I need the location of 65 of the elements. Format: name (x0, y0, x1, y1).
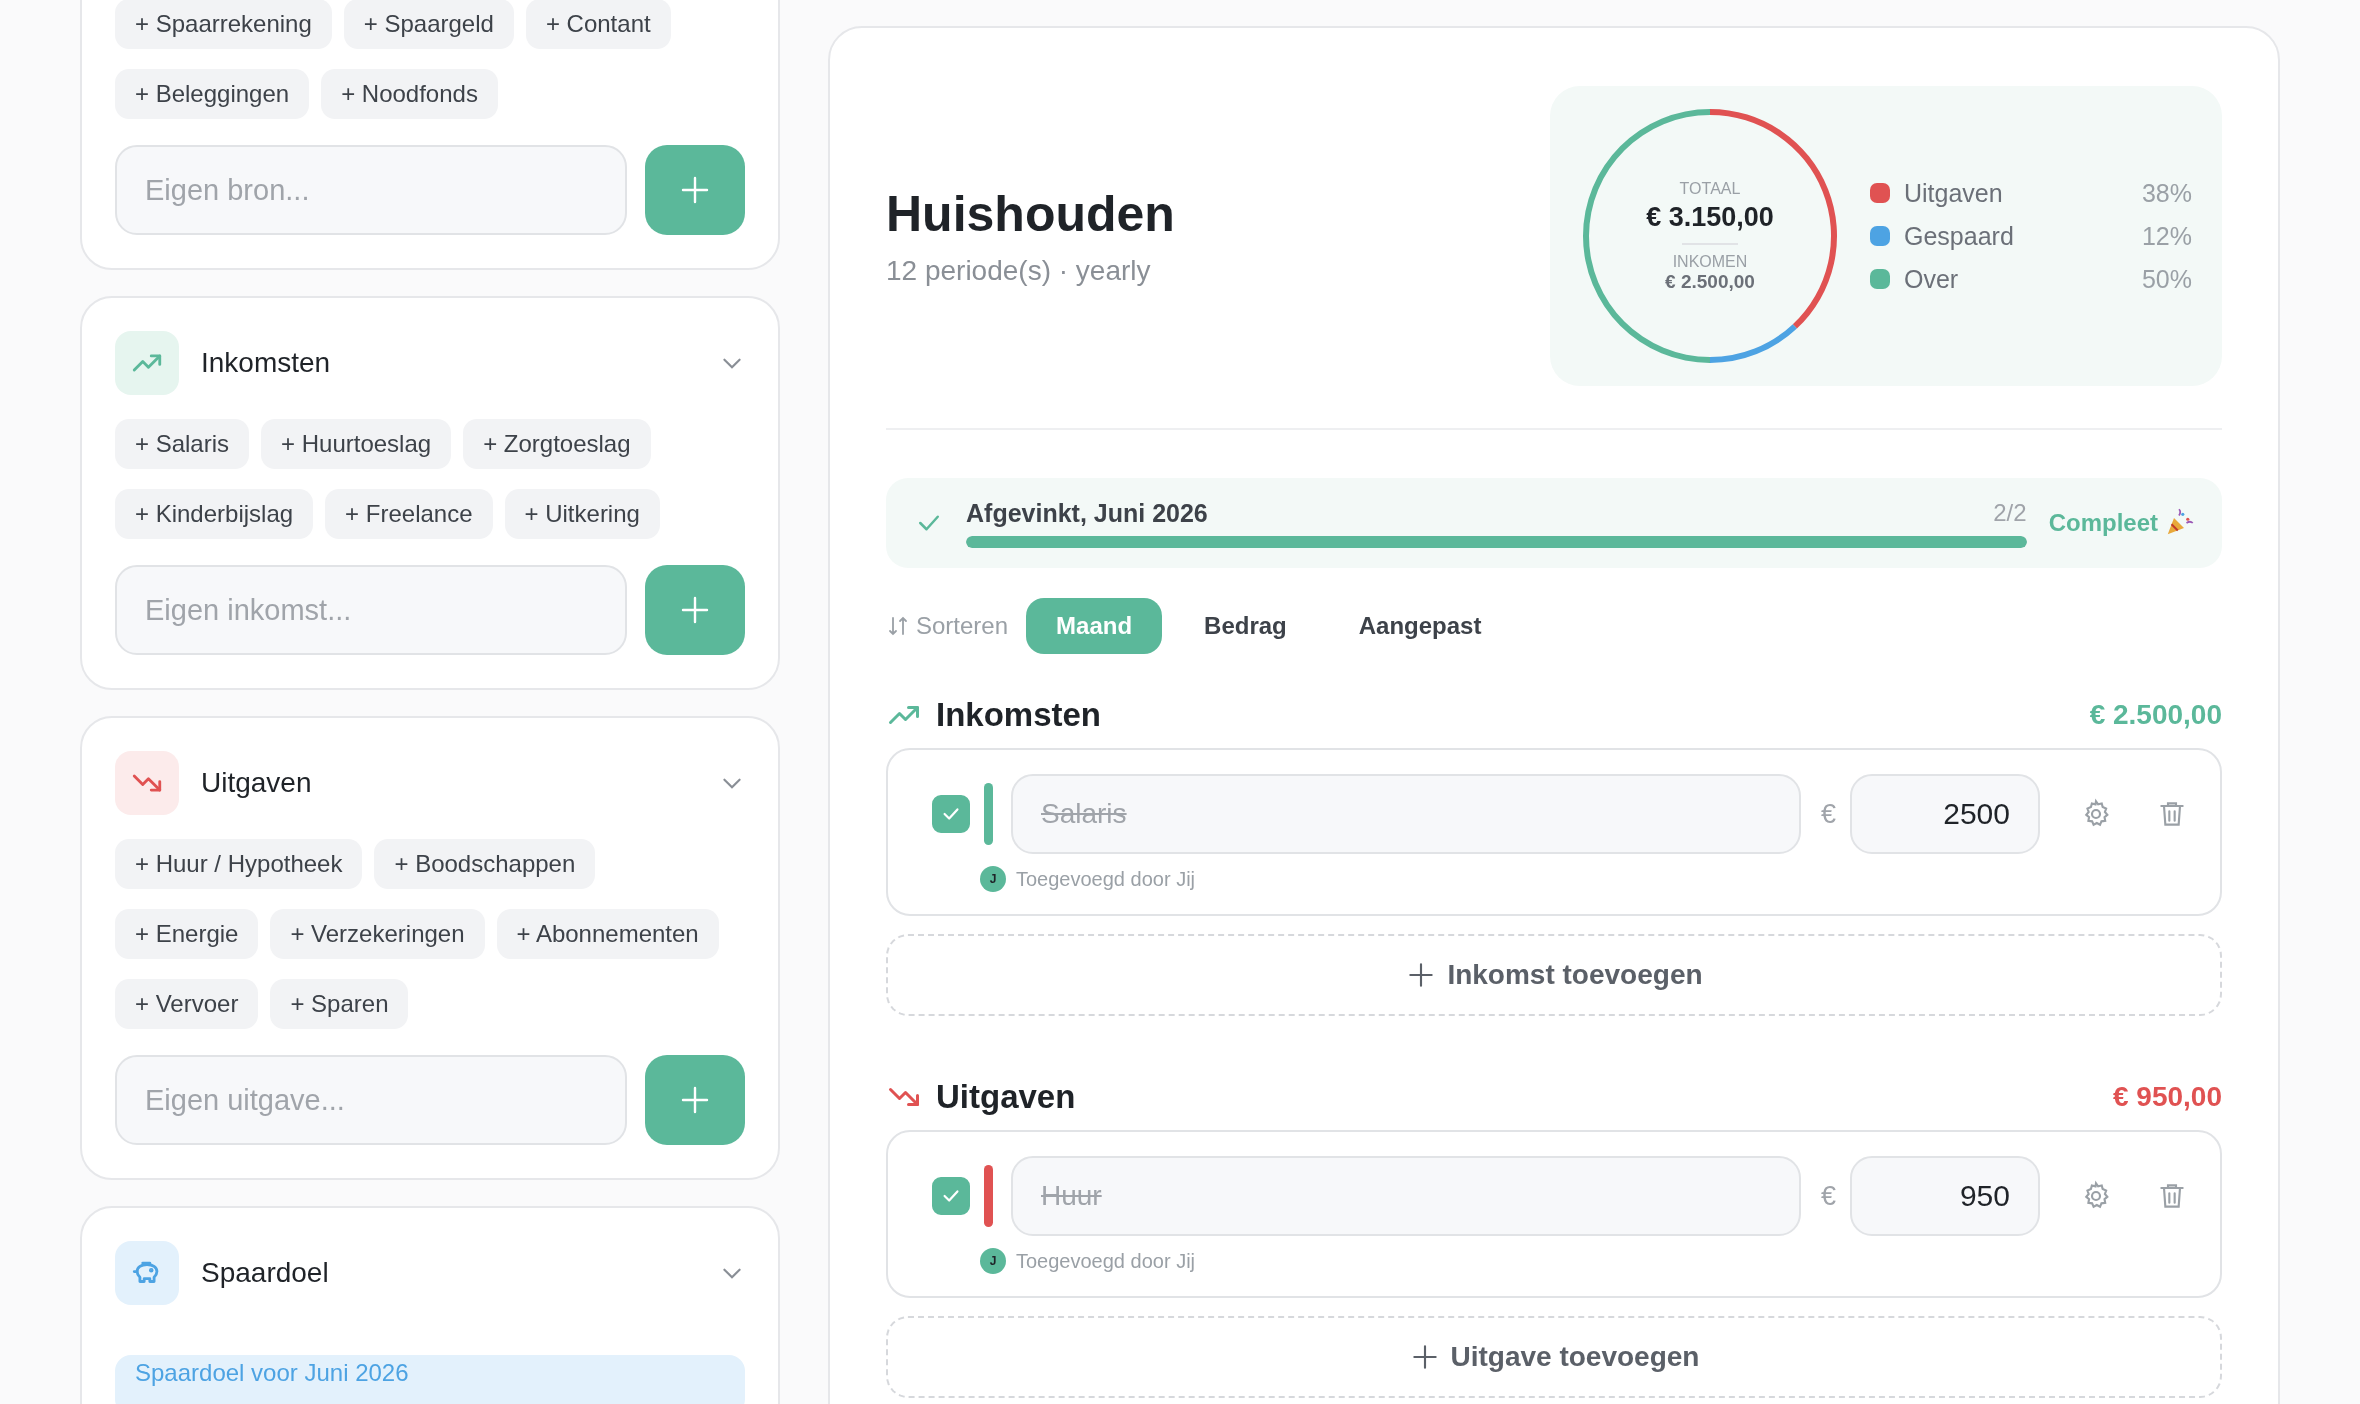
amount-field[interactable]: 2500 (1850, 774, 2040, 854)
suggestion-chip[interactable]: + Huur / Hypotheek (115, 839, 363, 889)
suggestion-chip[interactable]: + Boodschappen (374, 839, 596, 889)
card-title: Spaardoel (201, 1257, 330, 1289)
amount-field[interactable]: 950 (1850, 1156, 2040, 1236)
add-item-button[interactable]: Uitgave toevoegen (886, 1316, 2222, 1398)
legend-label: Uitgaven (1904, 178, 2004, 208)
add-button[interactable] (645, 1055, 745, 1145)
legend-label: Gespaard (1904, 221, 2015, 251)
currency-symbol: € (1820, 798, 1836, 830)
suggestion-chip[interactable]: + Abonnementen (496, 909, 719, 959)
suggestion-chip[interactable]: + Sparen (270, 979, 409, 1029)
legend-label: Over (1904, 264, 1960, 294)
suggestion-chip[interactable]: + Salaris (115, 419, 250, 469)
suggestion-chip[interactable]: + Uitkering (504, 489, 660, 539)
progress-label: Afgevinkt, Juni 2026 (966, 498, 1208, 528)
section-total: € 950,00 (2113, 1081, 2222, 1113)
suggestion-chip[interactable]: + Vervoer (115, 979, 259, 1029)
sort-option[interactable]: Bedrag (1174, 598, 1317, 654)
total-label: TOTAAL (1679, 179, 1741, 198)
suggestion-chip[interactable]: + Beleggingen (115, 69, 310, 119)
added-by-text: Toegevoegd door Jij (1016, 1249, 1195, 1273)
legend-percent: 50% (2141, 264, 2192, 294)
suggestion-chip[interactable]: + Spaargeld (343, 0, 514, 49)
suggestion-chip[interactable]: + Zorgtoeslag (463, 419, 651, 469)
total-amount: € 3.150,00 (1646, 201, 1774, 233)
add-button[interactable] (645, 145, 745, 235)
section-total: € 2.500,00 (2089, 699, 2222, 731)
progress-status: Compleet (2048, 509, 2158, 537)
suggestion-chip[interactable]: + Freelance (325, 489, 493, 539)
suggestion-chip[interactable]: + Noodfonds (321, 69, 498, 119)
category-color-bar (984, 1165, 993, 1227)
suggestion-chip[interactable]: + Energie (115, 909, 259, 959)
user-avatar: J (980, 866, 1006, 892)
suggestion-chip[interactable]: + Spaarrekening (115, 0, 332, 49)
custom-entry-field[interactable]: Eigen inkomst... (115, 565, 627, 655)
sort-label: Sorteren (916, 612, 1009, 640)
card-title: Uitgaven (201, 767, 313, 799)
custom-entry-field[interactable]: Eigen uitgave... (115, 1055, 627, 1145)
section-title: Uitgaven (936, 1078, 1077, 1116)
card-title: Inkomsten (201, 347, 332, 379)
category-color-bar (984, 783, 993, 845)
banner-text: Spaardoel voor Juni 2026 (135, 1359, 409, 1386)
legend-percent: 38% (2141, 178, 2192, 208)
budget-title: Huishouden (886, 185, 1175, 243)
income-amount: € 2.500,00 (1665, 270, 1755, 293)
add-item-button[interactable]: Inkomst toevoegen (886, 934, 2222, 1016)
suggestion-chip[interactable]: + Contant (525, 0, 671, 49)
checkbox[interactable] (932, 1177, 970, 1215)
add-button[interactable] (645, 565, 745, 655)
budget-subtitle: 12 periode(s) · yearly (886, 255, 1151, 286)
user-avatar: J (980, 1248, 1006, 1274)
added-by-text: Toegevoegd door Jij (1016, 867, 1195, 891)
legend-percent: 12% (2141, 221, 2192, 251)
checkbox[interactable] (932, 795, 970, 833)
suggestion-chip[interactable]: + Verzekeringen (270, 909, 485, 959)
sort-option[interactable]: Aangepast (1328, 598, 1512, 654)
suggestion-chip[interactable]: + Kinderbijslag (115, 489, 314, 539)
sort-icon (886, 614, 910, 638)
suggestion-chip[interactable]: + Huurtoeslag (261, 419, 452, 469)
income-label: INKOMEN (1672, 252, 1748, 271)
currency-symbol: € (1820, 1180, 1836, 1212)
section-title: Inkomsten (936, 696, 1103, 734)
progress-count: 2/2 (1993, 498, 2027, 528)
custom-entry-field[interactable]: Eigen bron... (115, 145, 627, 235)
